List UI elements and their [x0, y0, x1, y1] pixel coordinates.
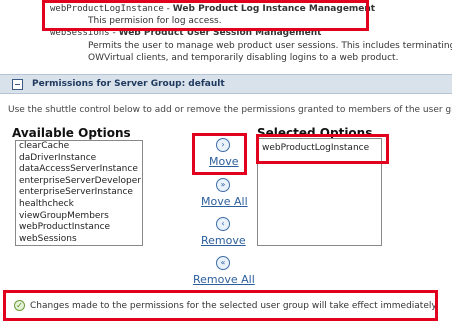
permission-description: OWVirtual clients, and temporarily disab… [88, 53, 399, 63]
highlight-box [256, 134, 389, 164]
list-item[interactable]: healthcheck [16, 199, 142, 211]
list-item[interactable]: dataAccessServerInstance [16, 164, 142, 176]
highlight-box [3, 290, 438, 321]
list-item[interactable]: clearCache [16, 141, 142, 153]
list-item[interactable]: enterpriseServerDeveloper [16, 176, 142, 188]
section-header: Permissions for Server Group: default [0, 74, 452, 94]
list-item[interactable]: webProductInstance [16, 222, 142, 234]
double-arrow-left-icon[interactable]: « [216, 256, 230, 270]
highlight-box [42, 0, 369, 31]
move-all-button[interactable]: Move All [201, 195, 248, 208]
remove-all-button[interactable]: Remove All [193, 273, 255, 286]
list-item[interactable]: enterpriseServerInstance [16, 187, 142, 199]
section-title: Permissions for Server Group: default [32, 79, 225, 89]
list-item[interactable]: viewGroupMembers [16, 211, 142, 223]
remove-button[interactable]: Remove [201, 234, 246, 247]
list-item[interactable]: daDriverInstance [16, 153, 142, 165]
available-options-list[interactable]: clearCache daDriverInstance dataAccessSe… [15, 140, 143, 246]
list-item[interactable]: webSessions [16, 234, 142, 245]
permission-description: Permits the user to manage web product u… [88, 41, 452, 51]
highlight-box [192, 133, 247, 175]
double-arrow-right-icon[interactable]: » [216, 178, 230, 192]
instructions-text: Use the shuttle control below to add or … [8, 105, 452, 115]
arrow-left-icon[interactable]: ‹ [216, 217, 230, 231]
collapse-icon[interactable] [12, 79, 23, 90]
available-options-label: Available Options [12, 126, 131, 140]
